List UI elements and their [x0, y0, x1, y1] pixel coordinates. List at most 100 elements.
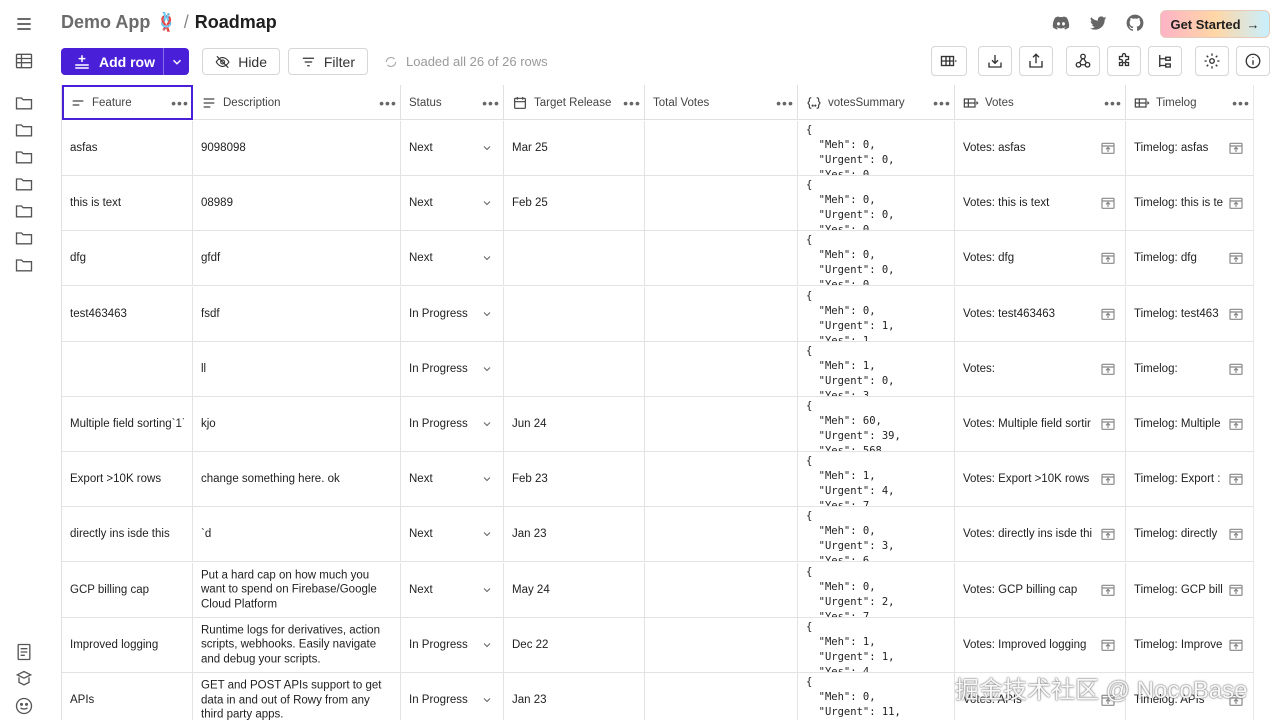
column-header-votes-summary[interactable]: votesSummary ••• — [798, 85, 955, 120]
open-subtable-icon[interactable] — [1100, 526, 1116, 542]
column-menu-icon[interactable]: ••• — [376, 95, 400, 111]
filter-button[interactable]: Filter — [288, 48, 368, 75]
app-name[interactable]: Demo App 🪢 — [61, 12, 178, 33]
cell-votes[interactable]: Votes: — [955, 341, 1126, 396]
chevron-down-icon[interactable] — [481, 197, 493, 209]
chevron-down-icon[interactable] — [481, 418, 493, 430]
cell-timelog[interactable]: Timelog: directly — [1126, 507, 1253, 561]
cell-description[interactable]: ll — [193, 341, 401, 396]
column-menu-icon[interactable]: ••• — [773, 95, 797, 111]
chevron-down-icon[interactable] — [481, 639, 493, 651]
get-started-button[interactable]: Get Started → — [1160, 10, 1270, 38]
cell-votes[interactable]: Votes: directly ins isde thi — [955, 507, 1126, 562]
column-header-votes[interactable]: Votes ••• — [955, 85, 1126, 120]
cell-target-release[interactable]: Jan 23 — [504, 507, 645, 562]
open-subtable-icon[interactable] — [1100, 471, 1116, 487]
open-subtable-icon[interactable] — [1228, 416, 1244, 432]
import-button[interactable] — [978, 46, 1012, 76]
cloud-logs-button[interactable] — [1148, 46, 1182, 76]
cell-votes-summary[interactable]: { "Meh": 1, "Urgent": 1, "Yes": 4 — [798, 617, 955, 672]
cell-feature[interactable]: GCP billing cap — [62, 562, 193, 617]
folder-icon[interactable] — [12, 199, 36, 223]
cell-votes[interactable]: Votes: this is text — [955, 176, 1126, 231]
open-subtable-icon[interactable] — [1228, 361, 1244, 377]
cell-description[interactable]: `d — [193, 507, 401, 562]
column-header-feature[interactable]: Feature ••• — [62, 85, 193, 120]
cell-description[interactable]: Put a hard cap on how much you want to s… — [193, 562, 401, 617]
folder-icon[interactable] — [12, 145, 36, 169]
cell-description[interactable]: Runtime logs for derivatives, action scr… — [193, 617, 401, 672]
cell-description[interactable]: kjo — [193, 397, 401, 451]
cell-total-votes[interactable] — [645, 231, 798, 286]
open-subtable-icon[interactable] — [1228, 306, 1244, 322]
cell-total-votes[interactable] — [645, 673, 798, 720]
chevron-down-icon[interactable] — [481, 528, 493, 540]
chevron-down-icon[interactable] — [481, 142, 493, 154]
menu-icon[interactable] — [12, 12, 36, 36]
cell-total-votes[interactable] — [645, 341, 798, 396]
cell-status[interactable]: In Progress — [401, 397, 504, 451]
grid-scroll-area[interactable] — [1253, 85, 1280, 720]
column-menu-icon[interactable]: ••• — [620, 95, 644, 111]
column-header-description[interactable]: Description ••• — [193, 85, 401, 120]
open-subtable-icon[interactable] — [1228, 250, 1244, 266]
cell-total-votes[interactable] — [645, 176, 798, 231]
chevron-down-icon[interactable] — [481, 584, 493, 596]
chevron-down-icon[interactable] — [481, 473, 493, 485]
folder-icon[interactable] — [12, 91, 36, 115]
cell-target-release[interactable]: Jan 23 — [504, 673, 645, 720]
column-menu-icon[interactable]: ••• — [479, 95, 503, 111]
cell-votes-summary[interactable]: { "Meh": 60, "Urgent": 39, "Yes": 568 — [798, 397, 955, 451]
cell-votes-summary[interactable]: { "Meh": 0, "Urgent": 2, "Yes": 7 — [798, 562, 955, 617]
open-subtable-icon[interactable] — [1100, 250, 1116, 266]
cell-votes[interactable]: Votes: Multiple field sortir — [955, 397, 1126, 451]
docs-icon[interactable] — [12, 640, 36, 664]
cell-timelog[interactable]: Timelog: Multiple — [1126, 397, 1253, 451]
cell-status[interactable]: Next — [401, 507, 504, 562]
cell-timelog[interactable]: Timelog: GCP bill — [1126, 563, 1253, 617]
open-subtable-icon[interactable] — [1228, 582, 1244, 598]
cell-target-release[interactable]: Feb 25 — [504, 176, 645, 231]
column-menu-icon[interactable]: ••• — [1101, 95, 1125, 111]
cell-timelog[interactable]: Timelog: test463 — [1126, 287, 1253, 341]
cell-votes-summary[interactable]: { "Meh": 0, "Urgent": 1, "Yes": 1 — [798, 286, 955, 341]
folder-icon[interactable] — [12, 253, 36, 277]
column-header-timelog[interactable]: Timelog ••• — [1126, 85, 1253, 120]
cell-description[interactable]: 9098098 — [193, 121, 401, 175]
cell-votes-summary[interactable]: { "Meh": 0, "Urgent": 0, "Yes": 0 — [798, 121, 955, 175]
open-subtable-icon[interactable] — [1100, 140, 1116, 156]
column-menu-icon[interactable]: ••• — [1229, 95, 1253, 111]
table-info-button[interactable] — [1236, 46, 1270, 76]
chevron-down-icon[interactable] — [481, 252, 493, 264]
open-subtable-icon[interactable] — [1100, 416, 1116, 432]
open-subtable-icon[interactable] — [1100, 306, 1116, 322]
hide-button[interactable]: Hide — [202, 48, 280, 75]
open-subtable-icon[interactable] — [1100, 361, 1116, 377]
cell-timelog[interactable]: Timelog: Export : — [1126, 452, 1253, 506]
cell-votes[interactable]: Votes: test463463 — [955, 286, 1126, 341]
open-subtable-icon[interactable] — [1228, 140, 1244, 156]
cell-feature[interactable]: dfg — [62, 231, 193, 286]
cell-total-votes[interactable] — [645, 397, 798, 451]
twitter-icon[interactable] — [1088, 13, 1110, 35]
cell-feature[interactable]: APIs — [62, 673, 193, 720]
cell-feature[interactable]: Improved logging — [62, 617, 193, 672]
discord-icon[interactable] — [1051, 13, 1073, 35]
cell-target-release[interactable] — [504, 341, 645, 396]
export-button[interactable] — [1019, 46, 1053, 76]
cell-votes[interactable]: Votes: Improved logging — [955, 617, 1126, 672]
learn-icon[interactable] — [12, 667, 36, 691]
column-header-status[interactable]: Status ••• — [401, 85, 504, 120]
open-subtable-icon[interactable] — [1228, 195, 1244, 211]
folder-icon[interactable] — [12, 118, 36, 142]
cell-votes-summary[interactable]: { "Meh": 0, "Urgent": 0, "Yes": 0 — [798, 176, 955, 231]
cell-timelog[interactable]: Timelog: dfg — [1126, 231, 1253, 285]
column-header-target-release[interactable]: Target Release ••• — [504, 85, 645, 120]
add-row-dropdown[interactable] — [163, 48, 189, 75]
cell-timelog[interactable]: Timelog: Improve — [1126, 618, 1253, 672]
cell-feature[interactable]: directly ins isde this — [62, 507, 193, 562]
cell-total-votes[interactable] — [645, 286, 798, 341]
cell-votes-summary[interactable]: { "Meh": 0, "Urgent": 0, "Yes": 0 — [798, 231, 955, 286]
cell-total-votes[interactable] — [645, 617, 798, 672]
open-subtable-icon[interactable] — [1228, 471, 1244, 487]
